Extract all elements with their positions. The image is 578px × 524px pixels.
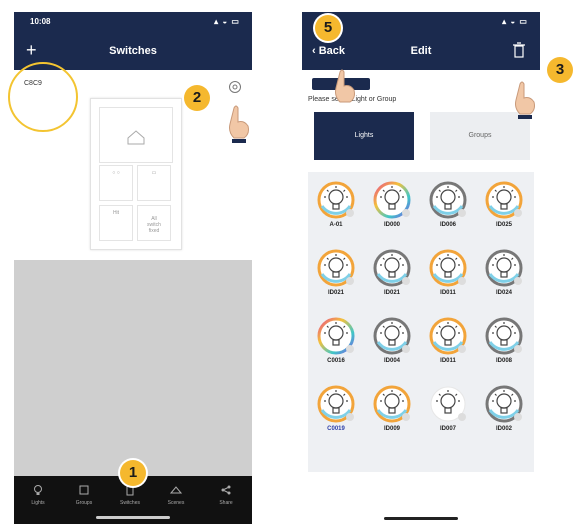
light-label: A-01 <box>329 222 343 228</box>
bulb-icon <box>485 181 523 219</box>
bulb-icon <box>34 485 42 495</box>
tab-label: Groups <box>75 500 93 506</box>
light-item[interactable]: ID008 <box>479 316 529 378</box>
switch-cell-4[interactable]: All switch fixed <box>137 205 171 241</box>
tab-switches[interactable]: Switches <box>110 484 150 506</box>
light-item[interactable]: ID024 <box>479 248 529 310</box>
page-title: Switches <box>109 45 157 57</box>
status-icons: ▴ ◒ ▭ <box>214 17 240 26</box>
settings-gear-icon[interactable] <box>228 80 242 94</box>
switch-cell-label: Hit <box>112 210 120 216</box>
bulb-icon <box>430 386 466 422</box>
light-label: ID002 <box>495 426 512 432</box>
tab-label: Scenes <box>167 500 185 506</box>
bulb-icon <box>485 385 523 423</box>
tab-share[interactable]: Share <box>206 484 246 506</box>
share-icon <box>221 485 231 495</box>
switch-cell-label: ○ ○ <box>112 170 120 176</box>
light-label: C0016 <box>327 358 345 364</box>
light-item[interactable]: A-01 <box>311 180 361 242</box>
bulb-icon <box>373 249 411 287</box>
switch-cell-2[interactable]: ▭ <box>137 165 171 201</box>
light-label: ID021 <box>327 290 344 296</box>
switch-id-highlight-ring <box>8 62 78 132</box>
light-item[interactable]: ID021 <box>311 248 361 310</box>
step-3-callout: 3 <box>547 57 573 83</box>
light-item[interactable]: ID000 <box>367 180 417 242</box>
scenes-icon <box>170 486 182 494</box>
tap-hand-icon <box>515 81 535 119</box>
light-label: ID021 <box>383 290 400 296</box>
bulb-icon <box>317 181 355 219</box>
tap-hand-icon <box>335 69 355 103</box>
tab-label: Share <box>219 500 233 506</box>
bulb-icon <box>485 249 523 287</box>
light-item[interactable]: ID002 <box>479 384 529 446</box>
light-item[interactable]: ID004 <box>367 316 417 378</box>
switch-panel[interactable]: ○ ○ ▭ Hit All switch fixed <box>90 98 182 250</box>
segment-lights[interactable]: Lights <box>314 112 414 160</box>
tab-label: Lights <box>31 500 45 506</box>
bulb-icon <box>317 385 355 423</box>
light-label: ID024 <box>495 290 512 296</box>
lights-grid: A-01 ID000 ID006 ID025 ID021 ID021 ID011 ID024 C… <box>308 172 534 472</box>
tap-hand-icon <box>229 105 249 143</box>
bulb-icon <box>317 249 355 287</box>
step-2-callout: 2 <box>184 85 210 111</box>
light-item[interactable]: ID021 <box>367 248 417 310</box>
bulb-icon <box>373 385 411 423</box>
light-label: ID007 <box>439 426 456 432</box>
nav-bar: ‹ Back Edit <box>302 34 540 70</box>
light-label: ID009 <box>383 426 400 432</box>
light-label: ID025 <box>495 222 512 228</box>
bulb-icon <box>317 317 355 355</box>
empty-content-area <box>14 260 252 476</box>
bulb-icon <box>429 249 467 287</box>
switch-cell-3[interactable]: Hit <box>99 205 133 241</box>
tab-groups[interactable]: Groups <box>64 484 104 506</box>
light-label: ID004 <box>383 358 400 364</box>
trash-icon[interactable] <box>512 42 526 58</box>
light-item[interactable]: ID011 <box>423 316 473 378</box>
light-label: ID011 <box>440 290 456 296</box>
tab-lights[interactable]: Lights <box>18 484 58 506</box>
home-indicator <box>96 516 170 519</box>
light-item[interactable]: C0019 <box>311 384 361 446</box>
light-item[interactable]: ID007 <box>423 384 473 446</box>
home-icon <box>127 130 145 145</box>
light-label: C0019 <box>327 426 345 432</box>
switch-cell-1[interactable]: ○ ○ <box>99 165 133 201</box>
tab-scenes[interactable]: Scenes <box>156 484 196 506</box>
light-label: ID008 <box>495 358 512 364</box>
status-time: 10:08 <box>30 17 51 26</box>
step-1-callout: 1 <box>120 460 146 486</box>
light-label: ID000 <box>383 222 400 228</box>
bulb-icon <box>429 181 467 219</box>
tab-label: Switches <box>119 500 140 506</box>
bulb-icon <box>485 317 523 355</box>
status-icons: ▴ ◒ ▭ <box>502 17 528 26</box>
groups-icon <box>79 485 89 495</box>
light-item[interactable]: ID006 <box>423 180 473 242</box>
bulb-icon <box>373 181 411 219</box>
switch-cell-label: All switch fixed <box>147 216 161 234</box>
switch-cell-label: ▭ <box>151 170 157 176</box>
light-label: ID006 <box>439 222 456 228</box>
light-item[interactable]: ID025 <box>479 180 529 242</box>
light-item[interactable]: ID011 <box>423 248 473 310</box>
bulb-icon <box>429 317 467 355</box>
step-5-callout: 5 <box>315 15 341 41</box>
switch-top-button[interactable] <box>99 107 173 163</box>
page-title: Edit <box>410 45 432 57</box>
status-bar: 10:08 ▴ ◒ ▭ <box>14 12 252 34</box>
bulb-icon <box>373 317 411 355</box>
home-indicator <box>384 517 458 520</box>
light-item[interactable]: C0016 <box>311 316 361 378</box>
light-label: ID011 <box>440 358 456 364</box>
light-item[interactable]: ID009 <box>367 384 417 446</box>
